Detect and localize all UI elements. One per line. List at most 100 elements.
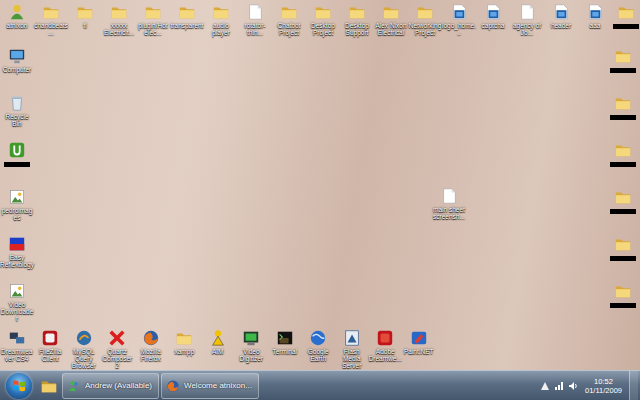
redacted-label	[4, 162, 30, 167]
icon-label: Google Earth	[301, 348, 335, 362]
desktop-icon[interactable]: header	[544, 0, 578, 44]
desktop-icon[interactable]: chandbeats...	[34, 0, 68, 44]
folder-icon	[416, 3, 434, 21]
icon-label: Video Digitizer	[234, 348, 268, 362]
desktop-icon[interactable]: aaa	[578, 0, 612, 44]
desktop-icon[interactable]: MySQL Query Browser	[67, 326, 101, 370]
icon-label: captcha	[476, 22, 510, 29]
desktop-icon[interactable]: Recycle Bin	[0, 91, 34, 138]
taskbar: Andrew (Available) Welcome atnixon... 10:5…	[0, 370, 640, 400]
folder-icon	[144, 3, 162, 21]
icon-label: Chatbot Project	[272, 22, 306, 36]
icon-label: main sheet screensh...	[432, 206, 466, 220]
desktop-icon[interactable]: main sheet screensh...	[432, 184, 466, 220]
desktop-middle: ComputerRecycle Bin pedroimagesEasy Refle…	[0, 44, 640, 326]
desktop-icon[interactable]	[612, 0, 640, 44]
folder-icon	[614, 282, 632, 300]
aim-icon	[209, 329, 227, 347]
desktop-icon[interactable]	[606, 91, 640, 138]
icon-label: plugin/Hot elec...	[136, 22, 170, 36]
folder-icon	[348, 3, 366, 21]
task-label: Welcome atnixon...	[184, 381, 252, 390]
app-icon	[8, 235, 26, 253]
psd-icon	[586, 3, 604, 21]
folder-icon	[314, 3, 332, 21]
desktop-icon[interactable]: Paint.NET	[402, 326, 436, 370]
desktop-icon[interactable]	[0, 138, 34, 185]
desktop-icon[interactable]: xampp	[168, 326, 202, 370]
desktop-icon[interactable]: Dreamweaver CS4	[0, 326, 34, 370]
pinned-button[interactable]	[38, 373, 60, 399]
desktop-icon[interactable]: audio player	[204, 0, 238, 44]
folder-icon	[614, 188, 632, 206]
server-icon	[343, 329, 361, 347]
redacted-label	[613, 24, 639, 29]
desktop-icon[interactable]: Mozilla Firefox	[134, 326, 168, 370]
action-center-icon[interactable]	[540, 381, 550, 391]
desktop-icon[interactable]	[606, 185, 640, 232]
icon-label: atnixon	[0, 22, 34, 29]
desktop-icon[interactable]	[606, 232, 640, 279]
desktop-icon[interactable]: Networking Project	[408, 0, 442, 44]
icon-label: Networking Project	[408, 22, 442, 36]
desktop-icon[interactable]	[606, 44, 640, 91]
task-button[interactable]: Welcome atnixon...	[161, 373, 259, 399]
system-tray: 10:5201/11/2009	[540, 371, 640, 400]
clock-time: 10:52	[594, 377, 613, 386]
psd-icon	[484, 3, 502, 21]
desktop-icon[interactable]: atnixon	[0, 0, 34, 44]
redacted-label	[610, 303, 636, 308]
firefox-icon	[166, 379, 180, 393]
desktop-icon[interactable]: AIM	[201, 326, 235, 370]
desktop: atnixonchandbeats...fixxxxx Electricit..…	[0, 0, 640, 370]
clock[interactable]: 10:5201/11/2009	[582, 377, 625, 395]
desktop-icon[interactable]: transparent	[170, 0, 204, 44]
icon-label: Desktop Support	[340, 22, 374, 36]
desktop-icon[interactable]	[606, 138, 640, 185]
desktop-icon[interactable]: logo_home...	[442, 0, 476, 44]
icon-label: Quartz Composer 2	[100, 348, 134, 369]
desktop-icon[interactable]: Video Digitizer	[235, 326, 269, 370]
start-button[interactable]	[6, 373, 32, 399]
network-icon[interactable]	[554, 381, 564, 391]
task-button[interactable]: Andrew (Available)	[62, 373, 159, 399]
desktop-icon[interactable]: Flash Media Server	[335, 326, 369, 370]
icon-label: logo_home...	[442, 22, 476, 36]
desktop-icon[interactable]: Desktop Project	[306, 0, 340, 44]
show-desktop-button[interactable]	[629, 371, 638, 400]
desktop-icon[interactable]: Alex Nixon Electrical	[374, 0, 408, 44]
desktop-icon[interactable]: xxxxx Electricit...	[102, 0, 136, 44]
desktop-icon[interactable]: Google Earth	[302, 326, 336, 370]
file-icon	[440, 187, 458, 205]
desktop-icon[interactable]: Adobe Dreamwe...	[369, 326, 403, 370]
desktop-icon[interactable]: Terminal	[268, 326, 302, 370]
icon-label: transparent	[170, 22, 204, 29]
user-icon	[8, 3, 26, 21]
recycle-icon	[8, 94, 26, 112]
folder-icon	[382, 3, 400, 21]
desktop-icon[interactable]: agency of Jo...	[510, 0, 544, 44]
icon-label: Flash Media Server	[335, 348, 369, 369]
desktop-icon[interactable]: plugin/Hot elec...	[136, 0, 170, 44]
desktop-icon[interactable]: Video Downloader	[0, 279, 34, 326]
desktop-icon[interactable]: rotator-thin...	[238, 0, 272, 44]
folder-icon	[178, 3, 196, 21]
desktop-icon[interactable]: Desktop Support	[340, 0, 374, 44]
volume-icon[interactable]	[568, 381, 578, 391]
bottom-icon-row: Dreamweaver CS4FileZilla ClientMySQL Que…	[0, 326, 640, 370]
folder-icon	[175, 329, 193, 347]
desktop-icon[interactable]	[606, 279, 640, 326]
desktop-icon[interactable]: pedroimages	[0, 185, 34, 232]
desktop-icon[interactable]: captcha	[476, 0, 510, 44]
desktop-icon[interactable]: Easy Reflexology	[0, 232, 34, 279]
desktop-icon[interactable]: Quartz Composer 2	[101, 326, 135, 370]
desktop-icon[interactable]: FileZilla Client	[34, 326, 68, 370]
desktop-icon[interactable]: fi	[68, 0, 102, 44]
desktop-icon[interactable]: Chatbot Project	[272, 0, 306, 44]
desktop-icon[interactable]: Computer	[0, 44, 34, 91]
icon-label: xxxxx Electricit...	[102, 22, 136, 36]
folder-icon	[617, 3, 635, 21]
icon-label: Terminal	[268, 348, 302, 355]
image-icon	[8, 188, 26, 206]
icon-label: MySQL Query Browser	[67, 348, 101, 369]
